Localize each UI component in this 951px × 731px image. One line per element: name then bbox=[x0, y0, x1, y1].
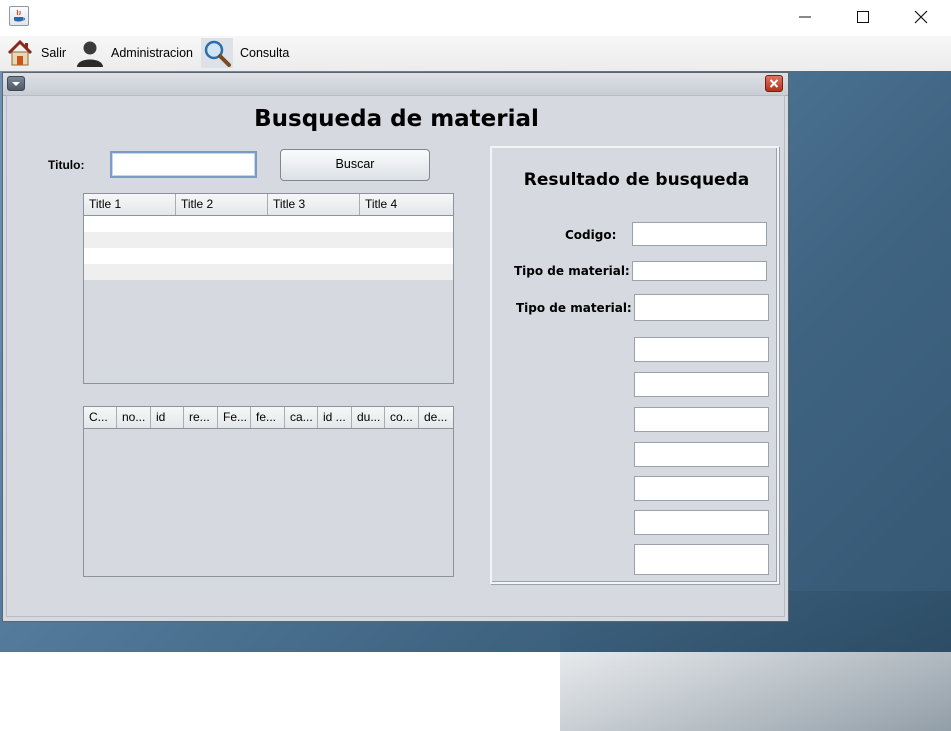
maximize-button[interactable] bbox=[834, 0, 892, 34]
titulo-label: Titulo: bbox=[48, 158, 85, 172]
result-field[interactable] bbox=[634, 476, 769, 501]
window-titlebar bbox=[0, 0, 951, 36]
result-field[interactable] bbox=[634, 544, 769, 575]
tipo-material-field[interactable] bbox=[632, 261, 767, 281]
page-title: Busqueda de material bbox=[254, 106, 539, 132]
column-header[interactable]: co... bbox=[385, 407, 419, 428]
menu-bar: Salir Administracion Consulta bbox=[0, 36, 951, 71]
menu-salir-label: Salir bbox=[41, 46, 67, 60]
titulo-input[interactable] bbox=[110, 151, 257, 178]
results-table-2[interactable]: C... no... id re... Fe... fe... ca... id… bbox=[83, 406, 454, 577]
menu-salir[interactable]: Salir bbox=[4, 36, 70, 71]
buscar-button[interactable]: Buscar bbox=[280, 149, 430, 181]
java-app-icon[interactable] bbox=[9, 6, 29, 26]
table-row[interactable] bbox=[84, 216, 453, 232]
frame-close-button[interactable] bbox=[765, 75, 783, 92]
column-header[interactable]: C... bbox=[84, 407, 117, 428]
result-field[interactable] bbox=[634, 294, 769, 321]
result-field[interactable] bbox=[634, 510, 769, 535]
home-icon bbox=[5, 38, 37, 68]
menu-consulta[interactable]: Consulta bbox=[200, 36, 296, 71]
codigo-field[interactable] bbox=[632, 222, 767, 246]
result-field[interactable] bbox=[634, 407, 769, 432]
tipo-material-label: Tipo de material: bbox=[514, 264, 630, 278]
frame-menu-button[interactable] bbox=[7, 76, 25, 91]
column-header[interactable]: Title 1 bbox=[84, 194, 176, 215]
chevron-down-icon bbox=[12, 82, 20, 86]
column-header[interactable]: Fe... bbox=[218, 407, 251, 428]
column-header[interactable]: id ... bbox=[318, 407, 352, 428]
codigo-label: Codigo: bbox=[565, 228, 617, 242]
column-header[interactable]: id bbox=[151, 407, 184, 428]
table-header: C... no... id re... Fe... fe... ca... id… bbox=[84, 407, 453, 429]
result-field[interactable] bbox=[634, 442, 769, 467]
column-header[interactable]: fe... bbox=[251, 407, 285, 428]
menu-consulta-label: Consulta bbox=[240, 46, 290, 60]
minimize-button[interactable] bbox=[776, 0, 834, 34]
column-header[interactable]: no... bbox=[117, 407, 151, 428]
table-row[interactable] bbox=[84, 232, 453, 248]
column-header[interactable]: Title 4 bbox=[360, 194, 453, 215]
column-header[interactable]: Title 3 bbox=[268, 194, 360, 215]
user-icon bbox=[74, 38, 106, 68]
column-header[interactable]: re... bbox=[184, 407, 218, 428]
window-close-button[interactable] bbox=[892, 0, 950, 34]
results-title: Resultado de busqueda bbox=[523, 170, 750, 190]
close-icon bbox=[769, 79, 779, 88]
results-table-1[interactable]: Title 1 Title 2 Title 3 Title 4 bbox=[83, 193, 454, 384]
menu-administracion[interactable]: Administracion bbox=[73, 36, 197, 71]
table-header: Title 1 Title 2 Title 3 Title 4 bbox=[84, 194, 453, 216]
table-row[interactable] bbox=[84, 248, 453, 264]
column-header[interactable]: de... bbox=[419, 407, 453, 428]
results-panel: Resultado de busqueda Codigo: Tipo de ma… bbox=[490, 146, 779, 584]
internal-frame: Busqueda de material Titulo: Buscar Titl… bbox=[2, 72, 789, 622]
tipo-material-label-2: Tipo de material: bbox=[516, 301, 632, 315]
menu-administracion-label: Administracion bbox=[111, 46, 193, 60]
result-field[interactable] bbox=[634, 372, 769, 397]
internal-frame-titlebar[interactable] bbox=[3, 73, 788, 96]
table-row[interactable] bbox=[84, 264, 453, 280]
column-header[interactable]: du... bbox=[352, 407, 385, 428]
magnifier-icon bbox=[201, 38, 233, 68]
search-form: Busqueda de material Titulo: Buscar Titl… bbox=[6, 95, 785, 617]
result-field[interactable] bbox=[634, 337, 769, 362]
column-header[interactable]: Title 2 bbox=[176, 194, 268, 215]
column-header[interactable]: ca... bbox=[285, 407, 318, 428]
